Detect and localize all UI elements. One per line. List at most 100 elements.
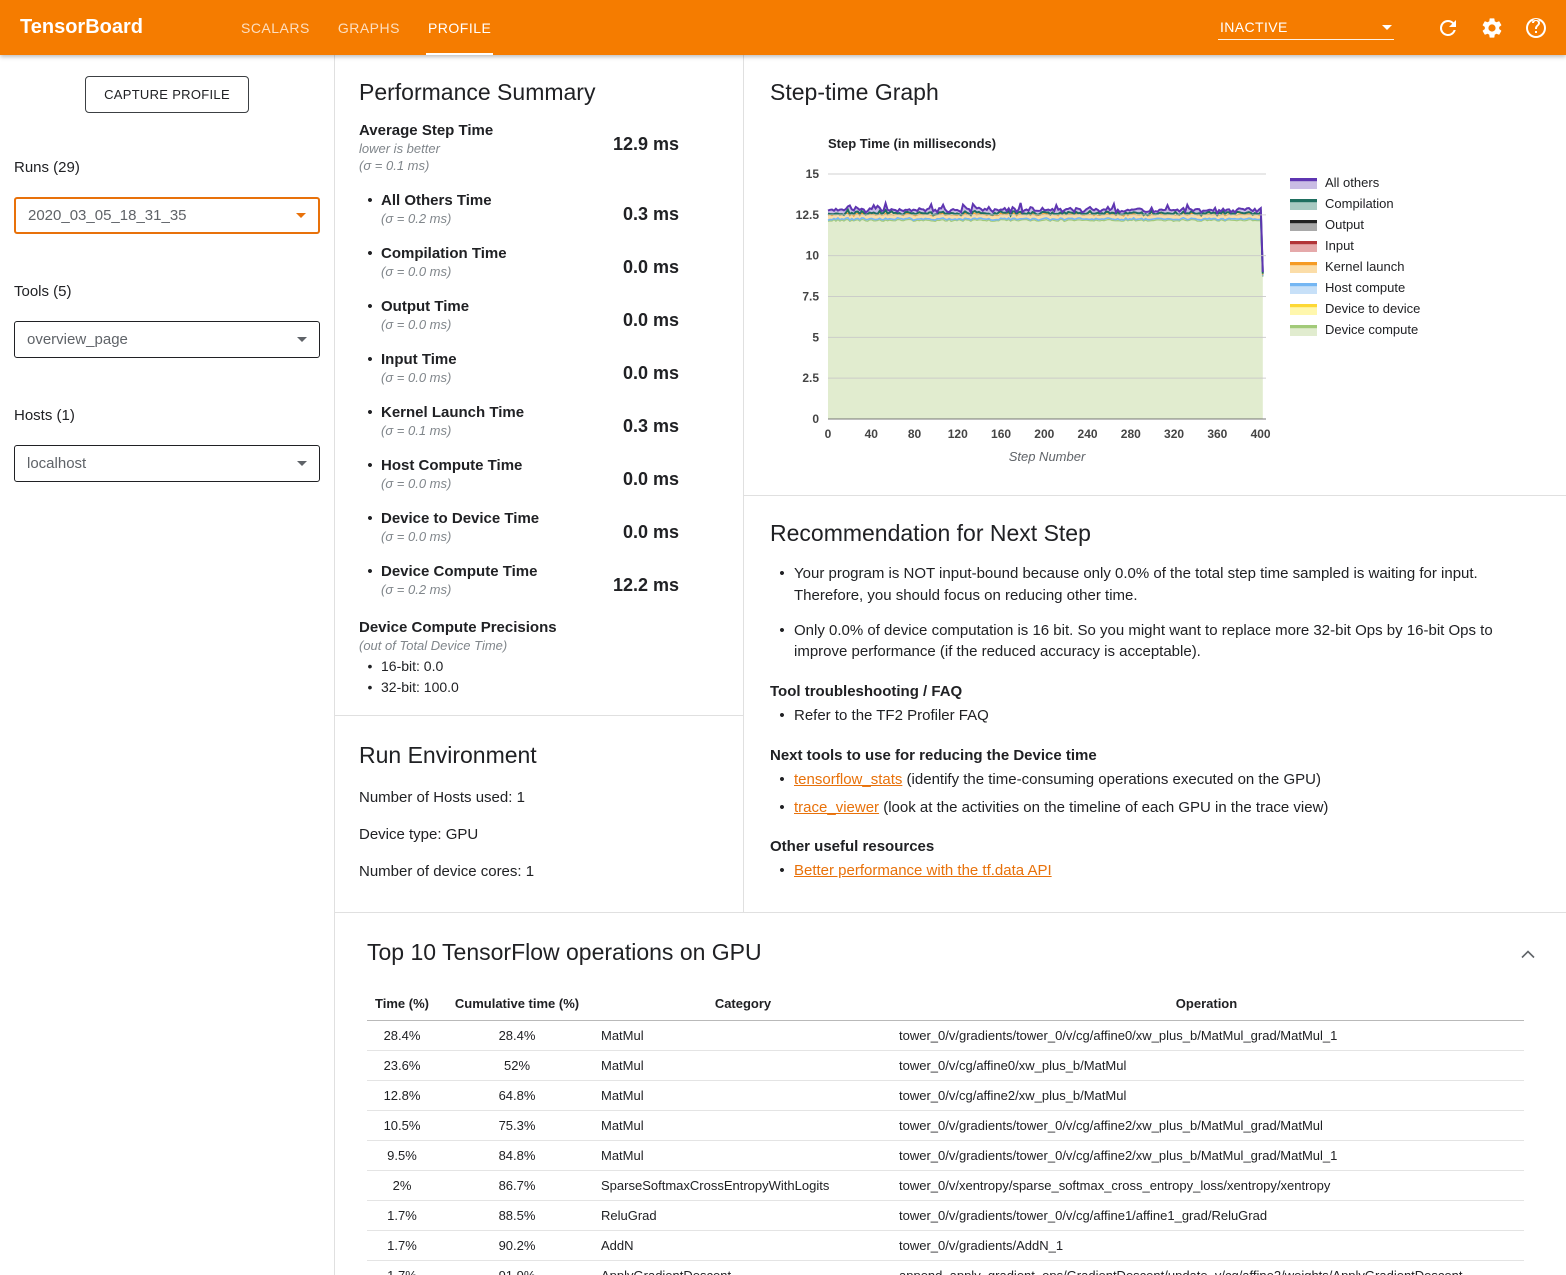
top-ops-title: Top 10 TensorFlow operations on GPU xyxy=(367,939,1534,966)
legend-swatch-icon xyxy=(1290,260,1317,274)
run-environment-line: Number of Hosts used: 1 xyxy=(359,789,719,806)
recommendation-link[interactable]: trace_viewer xyxy=(794,799,879,816)
table-cell: 64.8% xyxy=(437,1081,597,1111)
step-time-chart-svg: Step Time (in milliseconds)02.557.51012.… xyxy=(776,132,1276,464)
legend-item: Input xyxy=(1290,235,1420,256)
table-row: 9.5%84.8%MatMultower_0/v/gradients/tower… xyxy=(367,1141,1524,1171)
legend-item: Kernel launch xyxy=(1290,256,1420,277)
legend-item: Compilation xyxy=(1290,193,1420,214)
table-cell: MatMul xyxy=(597,1081,889,1111)
table-cell: 10.5% xyxy=(367,1111,437,1141)
legend-item: Output xyxy=(1290,214,1420,235)
table-cell: MatMul xyxy=(597,1051,889,1081)
metric-value: 12.9 ms xyxy=(613,122,719,173)
svg-text:0: 0 xyxy=(825,427,832,441)
table-row: 28.4%28.4%MatMultower_0/v/gradients/towe… xyxy=(367,1021,1524,1051)
metric-note: lower is better xyxy=(359,141,493,156)
table-cell: MatMul xyxy=(597,1021,889,1051)
performance-summary-title: Performance Summary xyxy=(359,79,719,106)
svg-text:360: 360 xyxy=(1207,427,1227,441)
table-cell: MatMul xyxy=(597,1141,889,1171)
nav-tabs: SCALARS GRAPHS PROFILE xyxy=(227,0,505,55)
collapse-chevron-icon[interactable] xyxy=(1520,949,1536,959)
hosts-label: Hosts (1) xyxy=(14,407,320,424)
legend-item: Device compute xyxy=(1290,319,1420,340)
tab-profile[interactable]: PROFILE xyxy=(414,0,505,55)
table-column-header: Category xyxy=(597,990,889,1021)
tab-scalars[interactable]: SCALARS xyxy=(227,0,324,55)
svg-text:0: 0 xyxy=(812,412,819,426)
table-row: 1.7%91.9%ApplyGradientDescentappend_appl… xyxy=(367,1261,1524,1275)
step-time-graph-section: Step-time Graph Step Time (in millisecon… xyxy=(744,55,1566,495)
table-cell: ApplyGradientDescent xyxy=(597,1261,889,1275)
svg-text:40: 40 xyxy=(865,427,879,441)
chevron-down-icon xyxy=(1382,25,1392,30)
performance-metric-row: •Device Compute Time(σ = 0.2 ms)12.2 ms xyxy=(359,563,719,597)
recommendation-link[interactable]: Better performance with the tf.data API xyxy=(794,862,1052,879)
table-cell: 23.6% xyxy=(367,1051,437,1081)
step-time-graph-title: Step-time Graph xyxy=(770,79,1540,106)
performance-breakdown-list: •All Others Time(σ = 0.2 ms)0.3 ms •Compi… xyxy=(359,192,719,597)
chevron-down-icon xyxy=(297,337,307,342)
svg-text:80: 80 xyxy=(908,427,922,441)
table-cell: tower_0/v/gradients/tower_0/v/cg/affine2… xyxy=(889,1141,1524,1171)
legend-item: All others xyxy=(1290,172,1420,193)
svg-text:280: 280 xyxy=(1121,427,1141,441)
precision-item: •32-bit: 100.0 xyxy=(359,679,719,695)
svg-text:5: 5 xyxy=(812,330,819,344)
table-cell: 52% xyxy=(437,1051,597,1081)
device-compute-precisions: Device Compute Precisions (out of Total … xyxy=(359,619,719,695)
chart-legend: All othersCompilationOutputInputKernel l… xyxy=(1290,172,1420,464)
svg-text:240: 240 xyxy=(1078,427,1098,441)
runs-select-value: 2020_03_05_18_31_35 xyxy=(28,207,187,224)
table-cell: SparseSoftmaxCrossEntropyWithLogits xyxy=(597,1171,889,1201)
svg-text:400: 400 xyxy=(1251,427,1271,441)
status-dropdown-value: INACTIVE xyxy=(1220,19,1288,35)
table-cell: tower_0/v/cg/affine2/xw_plus_b/MatMul xyxy=(889,1081,1524,1111)
performance-metric-row: •Kernel Launch Time(σ = 0.1 ms)0.3 ms xyxy=(359,404,719,438)
performance-metric-row: •All Others Time(σ = 0.2 ms)0.3 ms xyxy=(359,192,719,226)
recommendation-link[interactable]: tensorflow_stats xyxy=(794,771,902,788)
svg-text:2.5: 2.5 xyxy=(802,371,819,385)
svg-text:200: 200 xyxy=(1034,427,1054,441)
runs-select[interactable]: 2020_03_05_18_31_35 xyxy=(14,197,320,234)
table-cell: 9.5% xyxy=(367,1141,437,1171)
precision-item: •16-bit: 0.0 xyxy=(359,658,719,674)
legend-swatch-icon xyxy=(1290,218,1317,232)
table-row: 10.5%75.3%MatMultower_0/v/gradients/towe… xyxy=(367,1111,1524,1141)
tab-graphs[interactable]: GRAPHS xyxy=(324,0,414,55)
performance-metric-row: •Compilation Time(σ = 0.0 ms)0.0 ms xyxy=(359,245,719,279)
reload-icon[interactable] xyxy=(1436,16,1460,40)
svg-text:15: 15 xyxy=(806,167,820,181)
chevron-down-icon xyxy=(297,461,307,466)
run-environment-section: Run Environment Number of Hosts used: 1D… xyxy=(335,716,743,906)
precision-note: (out of Total Device Time) xyxy=(359,638,719,653)
table-cell: MatMul xyxy=(597,1111,889,1141)
recommendation-bullet: •Only 0.0% of device computation is 16 b… xyxy=(770,620,1540,664)
table-cell: 91.9% xyxy=(437,1261,597,1275)
average-step-time: Average Step Time lower is better (σ = 0… xyxy=(359,122,719,173)
table-cell: 1.7% xyxy=(367,1201,437,1231)
legend-swatch-icon xyxy=(1290,302,1317,316)
status-dropdown[interactable]: INACTIVE xyxy=(1218,15,1394,40)
help-icon[interactable] xyxy=(1524,16,1548,40)
hosts-select-value: localhost xyxy=(27,455,86,472)
table-cell: tower_0/v/gradients/tower_0/v/cg/affine2… xyxy=(889,1111,1524,1141)
table-cell: append_apply_gradient_ops/GradientDescen… xyxy=(889,1261,1524,1275)
legend-swatch-icon xyxy=(1290,281,1317,295)
tools-select[interactable]: overview_page xyxy=(14,321,320,358)
performance-metric-row: •Host Compute Time(σ = 0.0 ms)0.0 ms xyxy=(359,457,719,491)
table-cell: 90.2% xyxy=(437,1231,597,1261)
table-cell: 12.8% xyxy=(367,1081,437,1111)
app-header: TensorBoard SCALARS GRAPHS PROFILE INACT… xyxy=(0,0,1566,55)
app-title: TensorBoard xyxy=(0,16,159,39)
table-cell: 1.7% xyxy=(367,1261,437,1275)
hosts-select[interactable]: localhost xyxy=(14,445,320,482)
table-row: 1.7%88.5%ReluGradtower_0/v/gradients/tow… xyxy=(367,1201,1524,1231)
table-cell: 75.3% xyxy=(437,1111,597,1141)
svg-text:Step Number: Step Number xyxy=(1009,449,1086,464)
capture-profile-button[interactable]: CAPTURE PROFILE xyxy=(85,76,249,113)
settings-gear-icon[interactable] xyxy=(1480,16,1504,40)
top-ops-section: Top 10 TensorFlow operations on GPU Time… xyxy=(335,913,1566,1275)
legend-item: Host compute xyxy=(1290,277,1420,298)
